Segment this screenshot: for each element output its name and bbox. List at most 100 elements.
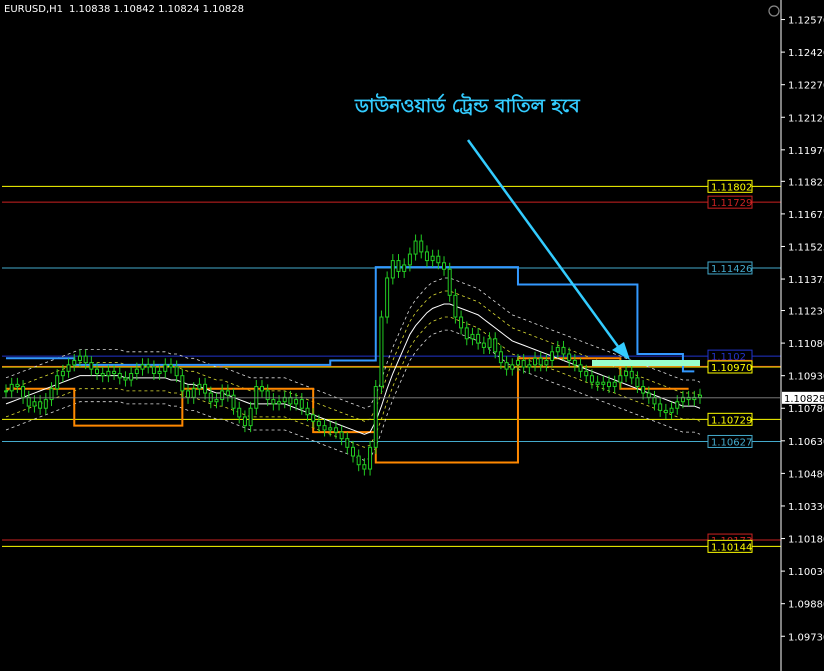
candle-body bbox=[464, 327, 469, 340]
axis-tick-label: 1.12120 bbox=[788, 113, 824, 124]
candle-body bbox=[624, 370, 629, 377]
level-label: 1.11729 bbox=[711, 198, 752, 209]
candle-body bbox=[180, 375, 185, 392]
level-label: 1.10144 bbox=[711, 542, 752, 553]
candle-body bbox=[658, 403, 663, 411]
candle-body bbox=[698, 394, 702, 398]
candle-body bbox=[214, 399, 219, 403]
candle-body bbox=[231, 394, 236, 409]
candle-body bbox=[396, 260, 401, 272]
axis-tick-label: 1.10480 bbox=[788, 469, 824, 480]
candle-body bbox=[277, 401, 282, 405]
candle-body bbox=[447, 268, 452, 296]
candle-body bbox=[129, 373, 134, 381]
target-zone-marker bbox=[592, 360, 700, 366]
candle-body bbox=[72, 359, 77, 366]
candle-body bbox=[663, 409, 668, 414]
candle-body bbox=[316, 420, 321, 427]
axis-tick-label: 1.09880 bbox=[788, 600, 824, 611]
candle-body bbox=[595, 381, 600, 385]
level-label: 1.10627 bbox=[711, 437, 752, 448]
annotation-text: ডাউনওয়ার্ড ট্রেন্ড বাতিল হবে bbox=[354, 93, 581, 117]
candle-body bbox=[95, 368, 100, 375]
axis-tick-label: 1.12570 bbox=[788, 16, 824, 27]
candle-body bbox=[146, 364, 151, 368]
candle-body bbox=[83, 355, 88, 364]
candle-body bbox=[9, 383, 14, 392]
candle-body bbox=[390, 260, 395, 279]
candle-body bbox=[191, 388, 196, 398]
candle-body bbox=[510, 364, 515, 370]
candle-body bbox=[197, 383, 202, 390]
candle-body bbox=[521, 359, 526, 368]
candle-body bbox=[351, 446, 355, 457]
candle-body bbox=[601, 381, 606, 385]
candle-body bbox=[134, 368, 139, 375]
candle-body bbox=[117, 373, 122, 379]
axis-tick-label: 1.11375 bbox=[788, 275, 824, 286]
price-chart[interactable]: 1.12570 1.12420 1.12270 1.12120 1.11970 1.118… bbox=[0, 0, 824, 671]
candle-body bbox=[237, 407, 242, 418]
candle-body bbox=[174, 366, 179, 377]
level-label: 1.11802 bbox=[711, 182, 752, 193]
axis-tick-label: 1.10180 bbox=[788, 535, 824, 546]
axis-tick-label: 1.11675 bbox=[788, 210, 824, 221]
candle-body bbox=[584, 370, 589, 377]
candle-body bbox=[402, 264, 407, 272]
candle-body bbox=[328, 427, 333, 431]
candle-body bbox=[55, 375, 60, 390]
candle-body bbox=[413, 240, 418, 255]
axis-tick-label: 1.11970 bbox=[788, 146, 824, 157]
axis-tick-label: 1.12270 bbox=[788, 81, 824, 92]
candle-body bbox=[550, 351, 555, 361]
candle-body bbox=[561, 346, 566, 355]
candle-body bbox=[538, 357, 543, 366]
axis-tick-label: 1.10330 bbox=[788, 502, 824, 513]
candle-body bbox=[163, 364, 168, 372]
candle-body bbox=[362, 464, 367, 470]
candle-body bbox=[333, 427, 338, 433]
candle-body bbox=[26, 396, 31, 407]
candle-body bbox=[220, 390, 225, 401]
candle-body bbox=[151, 366, 156, 375]
candle-body bbox=[100, 373, 105, 377]
candle-body bbox=[544, 359, 549, 366]
candle-body bbox=[4, 390, 8, 393]
candle-body bbox=[242, 416, 247, 427]
candle-body bbox=[652, 396, 657, 405]
candle-body bbox=[356, 455, 361, 466]
candle-body bbox=[493, 338, 498, 353]
candle-body bbox=[271, 399, 276, 405]
candle-body bbox=[567, 353, 572, 361]
candle-body bbox=[618, 375, 623, 383]
candle-body bbox=[254, 386, 259, 409]
candle-body bbox=[459, 316, 464, 329]
candle-body bbox=[385, 277, 390, 318]
candle-body bbox=[453, 294, 458, 318]
candle-body bbox=[288, 396, 293, 405]
candle-body bbox=[77, 355, 82, 361]
candle-body bbox=[89, 362, 94, 370]
candle-body bbox=[157, 370, 162, 375]
candle-body bbox=[168, 364, 173, 368]
axis-tick-label: 1.10630 bbox=[788, 437, 824, 448]
candle-body bbox=[106, 370, 111, 377]
candle-body bbox=[112, 370, 117, 375]
candle-body bbox=[646, 392, 651, 398]
candle-body bbox=[15, 383, 20, 388]
candle-body bbox=[629, 370, 634, 379]
candle-body bbox=[60, 370, 65, 377]
candle-body bbox=[345, 438, 350, 448]
candle-body bbox=[203, 383, 208, 394]
candle-body bbox=[140, 364, 145, 370]
symbol-timeframe: EURUSD,H1 bbox=[4, 4, 63, 15]
candle-body bbox=[533, 357, 538, 366]
level-label: 1.10970 bbox=[711, 363, 752, 374]
candle-body bbox=[424, 251, 429, 262]
candle-body bbox=[476, 333, 481, 344]
candle-body bbox=[407, 253, 412, 266]
candle-body bbox=[578, 364, 583, 372]
candle-body bbox=[186, 390, 191, 398]
candle-body bbox=[442, 262, 447, 270]
chart-header: EURUSD,H1 1.10838 1.10842 1.10824 1.10828 bbox=[4, 4, 244, 15]
